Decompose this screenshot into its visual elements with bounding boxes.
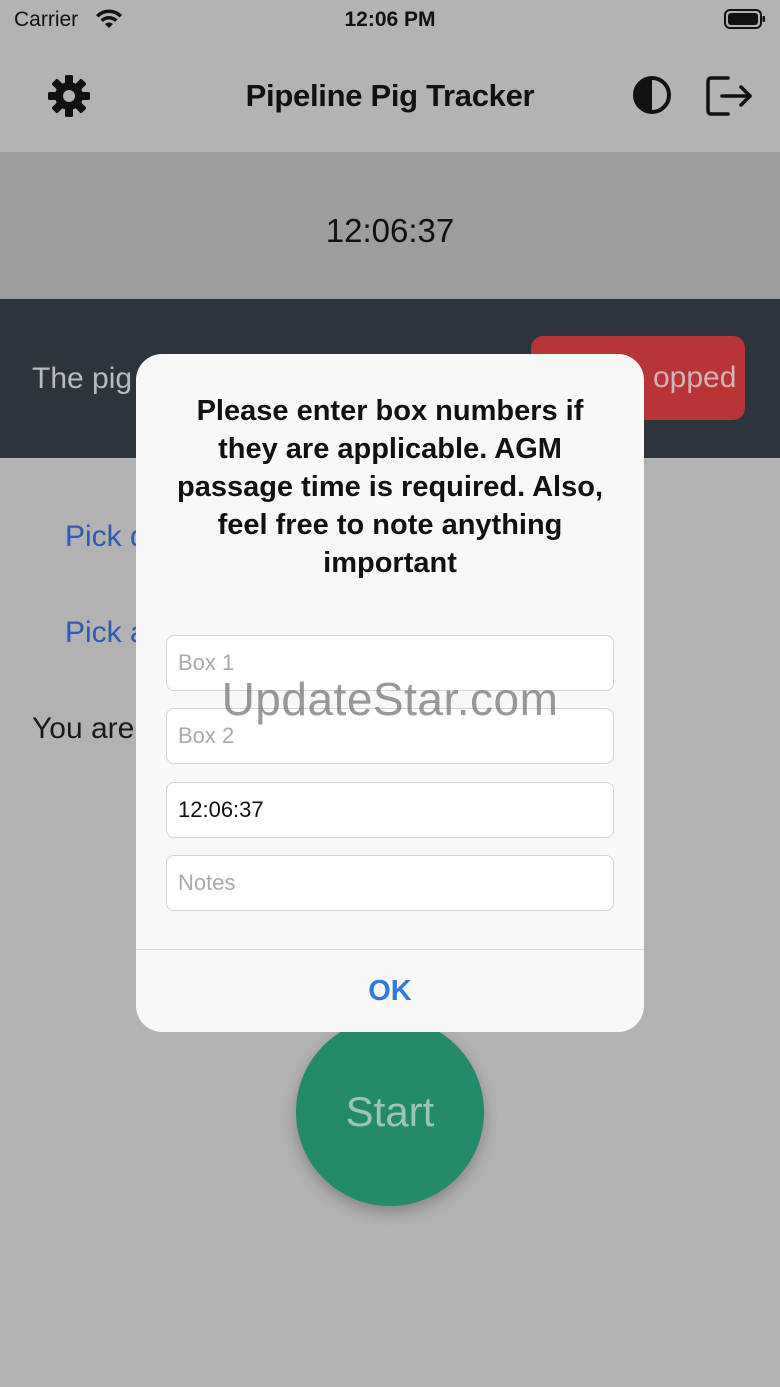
ok-button[interactable]: OK [136,950,644,1032]
start-button-label: Start [345,1088,435,1135]
battery-icon [724,9,765,29]
pick-second-link[interactable]: Pick a [65,616,147,650]
current-time-display: 12:06:37 [325,212,455,249]
pick-first-link[interactable]: Pick d [65,520,147,554]
box-number-dialog: Please enter box numbers if they are app… [136,354,644,1032]
stopped-button-label: opped [653,361,737,394]
dialog-message: Please enter box numbers if they are app… [176,395,604,579]
logout-icon[interactable] [704,72,756,120]
start-button[interactable]: Start [296,1018,484,1206]
you-are-label: You are [32,712,135,745]
agm-time-input[interactable] [166,782,614,838]
box1-input[interactable] [166,635,614,691]
banner-message: The pig [32,362,133,395]
status-clock: 12:06 PM [344,8,436,31]
notes-input[interactable] [166,855,614,911]
box2-input[interactable] [166,708,614,764]
contrast-icon[interactable] [631,74,673,116]
